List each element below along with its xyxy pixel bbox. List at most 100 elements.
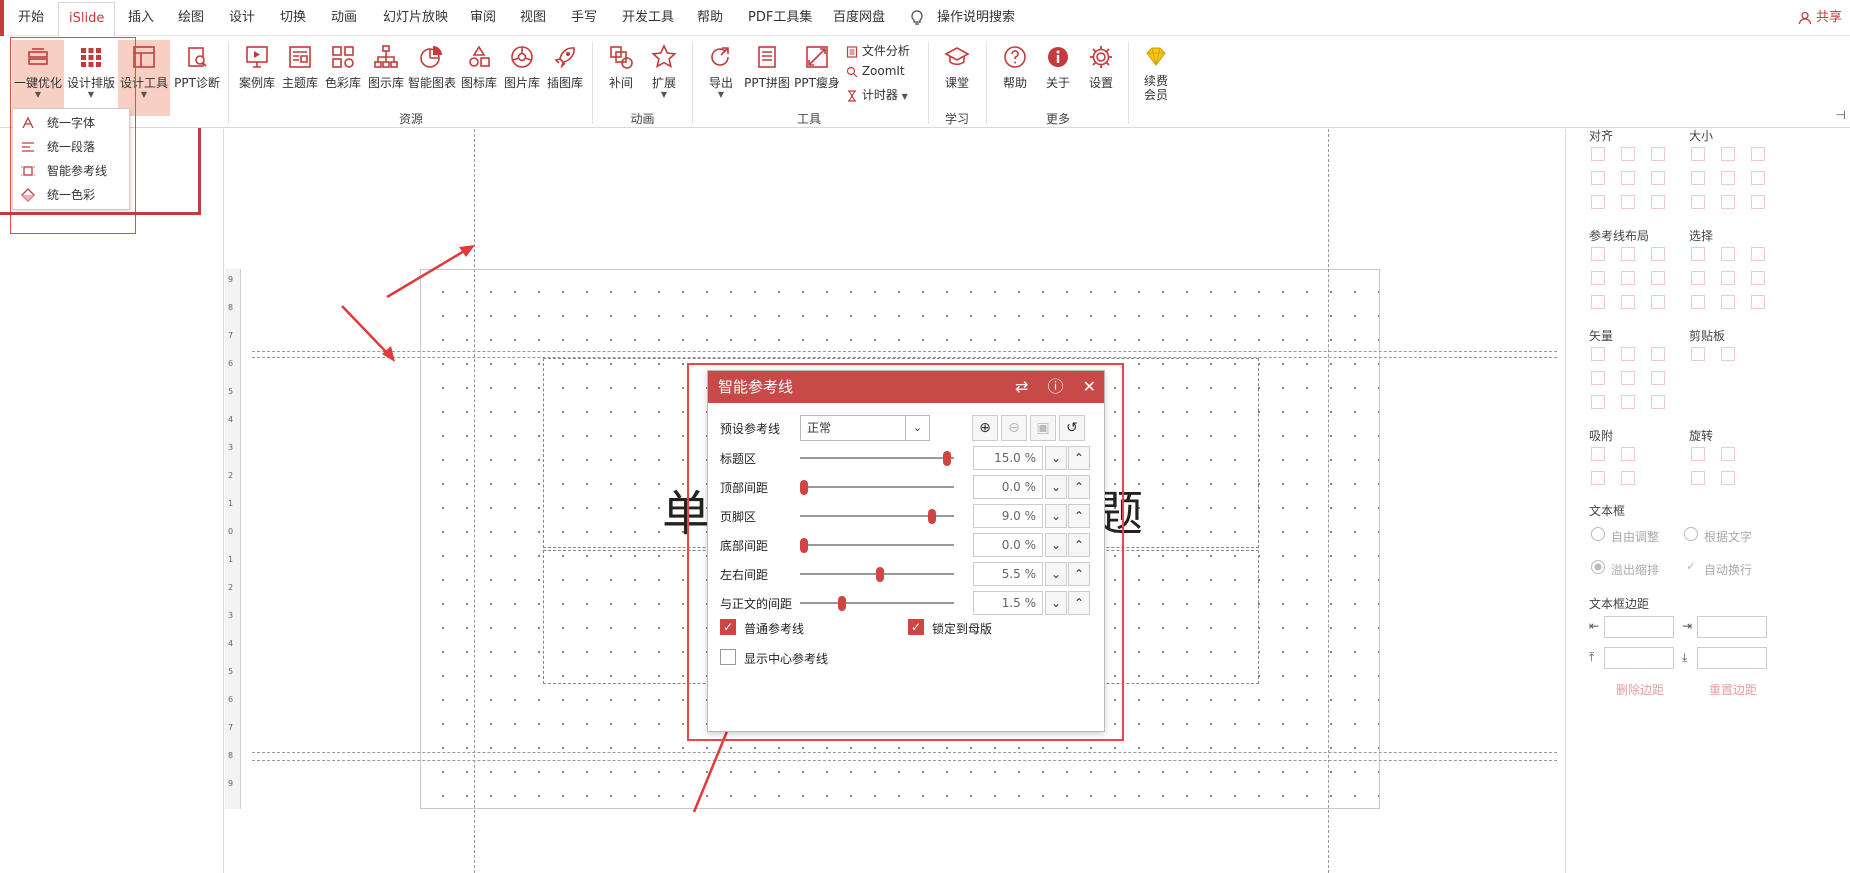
slider-handle[interactable] xyxy=(875,567,884,582)
tool-icon[interactable] xyxy=(1721,195,1735,209)
slider-track[interactable] xyxy=(800,486,954,488)
tool-icon[interactable] xyxy=(1591,147,1605,161)
tab-insert[interactable]: 插入 xyxy=(128,0,154,36)
illustration-library-button[interactable]: 插图库 xyxy=(544,40,586,116)
decrement-button[interactable]: ⌄ xyxy=(1045,475,1067,499)
slider-track[interactable] xyxy=(800,544,954,546)
tool-icon[interactable] xyxy=(1621,447,1635,461)
export-button[interactable]: 导出 ▼ xyxy=(700,40,742,116)
guide-line[interactable] xyxy=(252,760,1557,761)
save-preset-button[interactable]: ▣ xyxy=(1030,415,1056,441)
guide-line[interactable] xyxy=(252,752,1557,753)
color-library-button[interactable]: 色彩库 xyxy=(322,40,364,116)
help-button[interactable]: 帮助 xyxy=(994,40,1036,116)
percent-input[interactable]: 1.5 % xyxy=(973,591,1043,615)
tool-icon[interactable] xyxy=(1651,147,1665,161)
tab-baidu-netdisk[interactable]: 百度网盘 xyxy=(833,0,885,36)
tool-icon[interactable] xyxy=(1591,295,1605,309)
tool-icon[interactable] xyxy=(1691,247,1705,261)
center-guides-checkbox[interactable] xyxy=(720,649,736,665)
auto-fit-free-radio[interactable] xyxy=(1591,527,1605,541)
slider-handle[interactable] xyxy=(837,596,846,611)
tool-icon[interactable] xyxy=(1721,171,1735,185)
tool-icon[interactable] xyxy=(1591,395,1605,409)
tab-view[interactable]: 视图 xyxy=(520,0,546,36)
guide-line[interactable] xyxy=(252,357,1557,358)
tab-islide[interactable]: iSlide xyxy=(58,2,116,37)
tool-icon[interactable] xyxy=(1591,247,1605,261)
check-icon[interactable]: ✓ xyxy=(1686,559,1696,573)
tab-draw[interactable]: 绘图 xyxy=(178,0,204,36)
delete-margin-button[interactable]: 删除边距 xyxy=(1616,681,1664,698)
tool-icon[interactable] xyxy=(1651,371,1665,385)
tab-design[interactable]: 设计 xyxy=(229,0,255,36)
tab-home[interactable]: 开始 xyxy=(18,0,44,36)
increment-button[interactable]: ⌃ xyxy=(1068,533,1090,557)
tell-me-search[interactable]: 操作说明搜索 xyxy=(937,0,1015,36)
guide-line[interactable] xyxy=(252,351,1557,352)
tool-icon[interactable] xyxy=(1691,271,1705,285)
margin-left-input[interactable] xyxy=(1604,616,1674,638)
share-button[interactable]: 共享 xyxy=(1798,0,1842,36)
margin-right-input[interactable] xyxy=(1697,616,1767,638)
percent-input[interactable]: 9.0 % xyxy=(973,504,1043,528)
theme-library-button[interactable]: 主题库 xyxy=(279,40,321,116)
tool-icon[interactable] xyxy=(1721,347,1735,361)
increment-button[interactable]: ⌃ xyxy=(1068,475,1090,499)
tool-icon[interactable] xyxy=(1621,171,1635,185)
tool-icon[interactable] xyxy=(1651,247,1665,261)
tab-transitions[interactable]: 切换 xyxy=(280,0,306,36)
tool-icon[interactable] xyxy=(1651,271,1665,285)
decrement-button[interactable]: ⌄ xyxy=(1045,446,1067,470)
tab-pdf-tools[interactable]: PDF工具集 xyxy=(748,0,812,36)
ppt-slim-button[interactable]: PPT瘦身 xyxy=(793,40,841,116)
tool-icon[interactable] xyxy=(1691,347,1705,361)
icon-library-button[interactable]: 图标库 xyxy=(458,40,500,116)
renew-membership-button[interactable]: 续费 会员 xyxy=(1134,40,1178,116)
tool-icon[interactable] xyxy=(1621,147,1635,161)
tool-icon[interactable] xyxy=(1691,147,1705,161)
tool-icon[interactable] xyxy=(1621,395,1635,409)
increment-button[interactable]: ⌃ xyxy=(1068,591,1090,615)
zoomit-button[interactable]: ZoomIt xyxy=(846,64,905,78)
slider-track[interactable] xyxy=(800,602,954,604)
tool-icon[interactable] xyxy=(1751,271,1765,285)
tool-icon[interactable] xyxy=(1651,195,1665,209)
tool-icon[interactable] xyxy=(1591,271,1605,285)
tool-icon[interactable] xyxy=(1721,447,1735,461)
tool-icon[interactable] xyxy=(1621,371,1635,385)
decrement-button[interactable]: ⌄ xyxy=(1045,533,1067,557)
tool-icon[interactable] xyxy=(1691,195,1705,209)
tool-icon[interactable] xyxy=(1691,171,1705,185)
tool-icon[interactable] xyxy=(1751,147,1765,161)
decrement-button[interactable]: ⌄ xyxy=(1045,562,1067,586)
guide-line[interactable] xyxy=(1328,129,1329,873)
slider-handle[interactable] xyxy=(800,480,808,495)
tool-icon[interactable] xyxy=(1751,295,1765,309)
tool-icon[interactable] xyxy=(1691,295,1705,309)
tool-icon[interactable] xyxy=(1621,295,1635,309)
smart-chart-button[interactable]: 智能图表 xyxy=(408,40,456,116)
add-preset-button[interactable]: ⊕ xyxy=(972,415,998,441)
tab-slideshow[interactable]: 幻灯片放映 xyxy=(383,0,448,36)
tab-developer[interactable]: 开发工具 xyxy=(622,0,674,36)
tool-icon[interactable] xyxy=(1591,195,1605,209)
tween-button[interactable]: 补间 xyxy=(600,40,642,116)
margin-bottom-input[interactable] xyxy=(1697,647,1767,669)
tool-icon[interactable] xyxy=(1751,171,1765,185)
tool-icon[interactable] xyxy=(1721,271,1735,285)
tool-icon[interactable] xyxy=(1651,347,1665,361)
tool-icon[interactable] xyxy=(1591,347,1605,361)
reset-preset-button[interactable]: ↺ xyxy=(1059,415,1085,441)
tool-icon[interactable] xyxy=(1651,295,1665,309)
percent-input[interactable]: 15.0 % xyxy=(973,446,1043,470)
extend-button[interactable]: 扩展 ▼ xyxy=(643,40,685,116)
reset-margin-button[interactable]: 重置边距 xyxy=(1709,681,1757,698)
tool-icon[interactable] xyxy=(1721,147,1735,161)
tab-review[interactable]: 审阅 xyxy=(470,0,496,36)
percent-input[interactable]: 5.5 % xyxy=(973,562,1043,586)
ppt-diagnosis-button[interactable]: PPT诊断 xyxy=(172,40,222,116)
diagram-library-button[interactable]: 图示库 xyxy=(365,40,407,116)
auto-fit-text-radio[interactable] xyxy=(1684,527,1698,541)
tab-handwriting[interactable]: 手写 xyxy=(571,0,597,36)
